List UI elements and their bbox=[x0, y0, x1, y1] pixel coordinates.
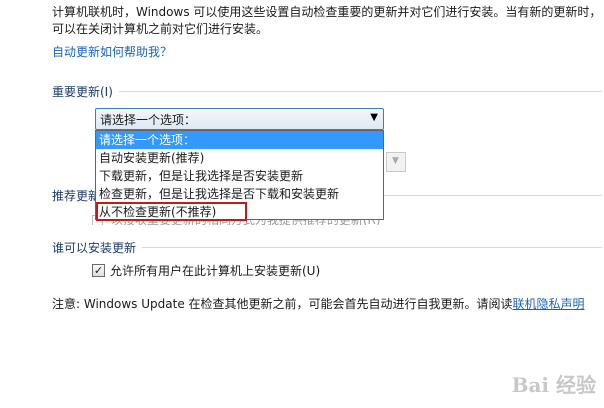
intro-line-1: 计算机联机时，Windows 可以使用这些设置自动检查重要的更新并对它们进行安装… bbox=[52, 5, 602, 19]
chevron-down-icon[interactable]: ▼ bbox=[370, 112, 378, 123]
disabled-select: ▼ bbox=[386, 152, 406, 172]
dropdown-option[interactable]: 请选择一个选项： bbox=[96, 131, 383, 149]
who-can-install-section: 谁可以安装更新 bbox=[52, 238, 602, 256]
who-can-install-header: 谁可以安装更新 bbox=[52, 238, 143, 256]
watermark: Bai 经验 bbox=[511, 373, 596, 397]
dropdown-option[interactable]: 检查更新，但是让我选择是否下载和安装更新 bbox=[96, 185, 383, 203]
highlight-annotation bbox=[96, 202, 247, 221]
all-users-checkbox-label[interactable]: 允许所有用户在此计算机上安装更新(U) bbox=[110, 262, 320, 279]
help-link[interactable]: 自动更新如何帮助我？ bbox=[52, 43, 172, 60]
privacy-statement-link[interactable]: 联机隐私声明 bbox=[513, 297, 585, 311]
all-users-checkbox[interactable]: ✓ bbox=[92, 264, 105, 277]
important-updates-header: 重要更新(I) bbox=[52, 82, 119, 100]
checkmark-icon: ✓ bbox=[93, 264, 104, 277]
important-updates-select[interactable]: 请选择一个选项： ▼ bbox=[95, 108, 384, 130]
intro-line-2: 可以在关闭计算机之前对它们进行安装。 bbox=[52, 22, 269, 36]
note-body: 注意: Windows Update 在检查其他更新之前，可能会首先自动进行自我… bbox=[52, 297, 513, 311]
important-updates-section: 重要更新(I) bbox=[52, 82, 602, 100]
select-value: 请选择一个选项： bbox=[100, 112, 197, 127]
section-divider bbox=[142, 246, 602, 248]
dropdown-option[interactable]: 自动安装更新(推荐) bbox=[96, 149, 383, 167]
dropdown-option[interactable]: 下载更新，但是让我选择是否安装更新 bbox=[96, 167, 383, 185]
section-divider bbox=[118, 90, 602, 92]
note-text: 注意: Windows Update 在检查其他更新之前，可能会首先自动进行自我… bbox=[52, 295, 585, 312]
chevron-down-icon: ▼ bbox=[392, 156, 399, 166]
intro-text: 计算机联机时，Windows 可以使用这些设置自动检查重要的更新并对它们进行安装… bbox=[52, 4, 601, 38]
